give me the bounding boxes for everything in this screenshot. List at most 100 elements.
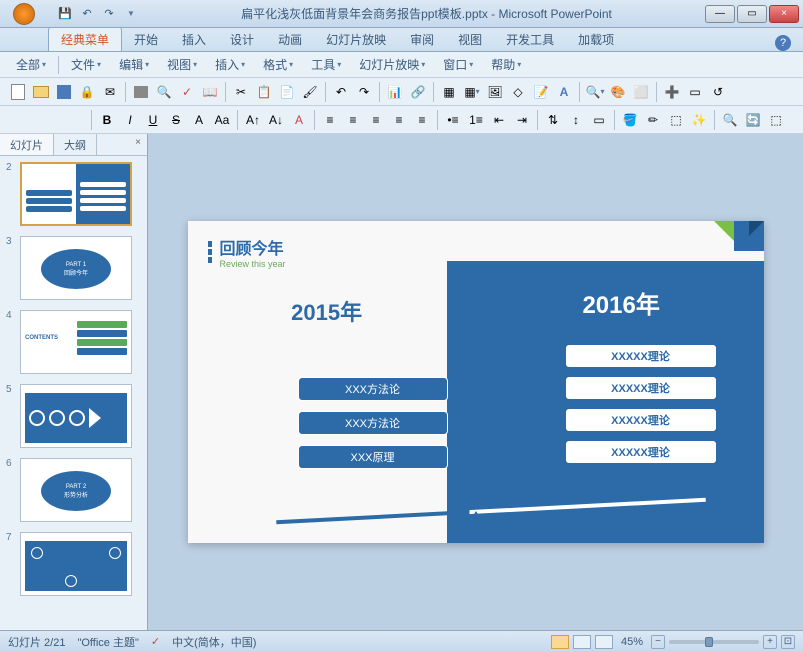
new-slide-button[interactable]: ➕: [662, 82, 682, 102]
numbering-button[interactable]: 1≡: [466, 110, 486, 130]
ribbon-tab-design[interactable]: 设计: [218, 28, 266, 51]
align-right-button[interactable]: ≡: [366, 110, 386, 130]
menu-help[interactable]: 帮助▾: [483, 54, 529, 75]
qat-save-button[interactable]: 💾: [56, 5, 74, 23]
status-language[interactable]: 中文(简体，中国): [172, 634, 256, 650]
italic-button[interactable]: I: [120, 110, 140, 130]
chart-button[interactable]: 📊: [385, 82, 405, 102]
fit-to-window-button[interactable]: ⊡: [781, 635, 795, 649]
undo-button[interactable]: ↶: [331, 82, 351, 102]
color-button[interactable]: 🎨: [608, 82, 628, 102]
shape-outline-button[interactable]: ✏: [643, 110, 663, 130]
strikethrough-button[interactable]: S: [166, 110, 186, 130]
office-button[interactable]: [0, 0, 48, 28]
arrange-button[interactable]: ⬚: [666, 110, 686, 130]
shadow-button[interactable]: A: [189, 110, 209, 130]
zoom-level[interactable]: 45%: [621, 636, 643, 648]
redo-button[interactable]: ↷: [354, 82, 374, 102]
thumbnail-3[interactable]: PART 1回顾今年: [20, 236, 132, 300]
thumbnail-7[interactable]: [20, 532, 132, 596]
panel-close-button[interactable]: ×: [129, 134, 147, 155]
tables-dropdown[interactable]: ▦▾: [462, 82, 482, 102]
permission-button[interactable]: 🔒: [77, 82, 97, 102]
justify-button[interactable]: ≡: [389, 110, 409, 130]
ribbon-tab-addins[interactable]: 加载项: [566, 28, 626, 51]
thumbnail-2[interactable]: [20, 162, 132, 226]
thumbnail-6[interactable]: PART 2形势分析: [20, 458, 132, 522]
increase-font-button[interactable]: A↑: [243, 110, 263, 130]
slideshow-view-button[interactable]: [595, 635, 613, 649]
format-painter-button[interactable]: 🖌: [300, 82, 320, 102]
qat-customize-dropdown[interactable]: ▼: [122, 5, 140, 23]
zoom-slider[interactable]: [669, 640, 759, 644]
thumbnail-list[interactable]: 2 3 PART 1回顾今年 4 CONTENTS: [0, 156, 147, 630]
print-preview-button[interactable]: 🔍: [154, 82, 174, 102]
paste-button[interactable]: 📄: [277, 82, 297, 102]
columns-button[interactable]: ▭: [589, 110, 609, 130]
grayscale-button[interactable]: ⬜: [631, 82, 651, 102]
spellcheck-icon[interactable]: ✓: [151, 635, 160, 648]
menu-slideshow[interactable]: 幻灯片放映▾: [351, 54, 433, 75]
copy-button[interactable]: 📋: [254, 82, 274, 102]
print-button[interactable]: [131, 82, 151, 102]
ribbon-tab-review[interactable]: 审阅: [398, 28, 446, 51]
replace-button[interactable]: 🔄: [743, 110, 763, 130]
align-center-button[interactable]: ≡: [343, 110, 363, 130]
table-button[interactable]: ▦: [439, 82, 459, 102]
panel-tab-outline[interactable]: 大纲: [54, 134, 97, 155]
zoom-out-button[interactable]: −: [651, 635, 665, 649]
select-button[interactable]: ⬚: [766, 110, 786, 130]
ribbon-tab-slideshow[interactable]: 幻灯片放映: [314, 28, 398, 51]
wordart-button[interactable]: A: [554, 82, 574, 102]
line-spacing-button[interactable]: ⇅: [543, 110, 563, 130]
zoom-dropdown[interactable]: 🔍▾: [585, 82, 605, 102]
decrease-indent-button[interactable]: ⇤: [489, 110, 509, 130]
thumbnail-4[interactable]: CONTENTS: [20, 310, 132, 374]
align-left-button[interactable]: ≡: [320, 110, 340, 130]
increase-indent-button[interactable]: ⇥: [512, 110, 532, 130]
reset-button[interactable]: ↺: [708, 82, 728, 102]
panel-tab-slides[interactable]: 幻灯片: [0, 134, 54, 155]
menu-tools[interactable]: 工具▾: [303, 54, 349, 75]
minimize-button[interactable]: —: [705, 5, 735, 23]
ribbon-tab-view[interactable]: 视图: [446, 28, 494, 51]
save-button[interactable]: [54, 82, 74, 102]
bold-button[interactable]: B: [97, 110, 117, 130]
research-button[interactable]: 📖: [200, 82, 220, 102]
thumbnail-5[interactable]: [20, 384, 132, 448]
text-box-button[interactable]: 📝: [531, 82, 551, 102]
ribbon-tab-developer[interactable]: 开发工具: [494, 28, 566, 51]
hyperlink-button[interactable]: 🔗: [408, 82, 428, 102]
slide-canvas-area[interactable]: 回顾今年 Review this year 2015年 2016年 XXX方法论…: [148, 134, 803, 630]
ribbon-tab-insert[interactable]: 插入: [170, 28, 218, 51]
normal-view-button[interactable]: [551, 635, 569, 649]
ribbon-tab-animation[interactable]: 动画: [266, 28, 314, 51]
zoom-in-button[interactable]: +: [763, 635, 777, 649]
font-color-button[interactable]: A: [289, 110, 309, 130]
close-button[interactable]: ×: [769, 5, 799, 23]
picture-button[interactable]: 🖼: [485, 82, 505, 102]
new-button[interactable]: [8, 82, 28, 102]
spelling-button[interactable]: ✓: [177, 82, 197, 102]
shapes-button[interactable]: ◇: [508, 82, 528, 102]
decrease-font-button[interactable]: A↓: [266, 110, 286, 130]
shape-fill-button[interactable]: 🪣: [620, 110, 640, 130]
menu-window[interactable]: 窗口▾: [435, 54, 481, 75]
qat-undo-button[interactable]: ↶: [78, 5, 96, 23]
change-case-button[interactable]: Aa: [212, 110, 232, 130]
menu-format[interactable]: 格式▾: [255, 54, 301, 75]
help-button[interactable]: ?: [775, 35, 791, 51]
open-button[interactable]: [31, 82, 51, 102]
slide-content[interactable]: 回顾今年 Review this year 2015年 2016年 XXX方法论…: [188, 221, 764, 543]
sorter-view-button[interactable]: [573, 635, 591, 649]
underline-button[interactable]: U: [143, 110, 163, 130]
ribbon-tab-classic[interactable]: 经典菜单: [48, 27, 122, 51]
email-button[interactable]: ✉: [100, 82, 120, 102]
menu-file[interactable]: 文件▾: [63, 54, 109, 75]
bullets-button[interactable]: •≡: [443, 110, 463, 130]
menu-insert[interactable]: 插入▾: [207, 54, 253, 75]
menu-view[interactable]: 视图▾: [159, 54, 205, 75]
distributed-button[interactable]: ≡: [412, 110, 432, 130]
cut-button[interactable]: ✂: [231, 82, 251, 102]
quick-styles-button[interactable]: ✨: [689, 110, 709, 130]
